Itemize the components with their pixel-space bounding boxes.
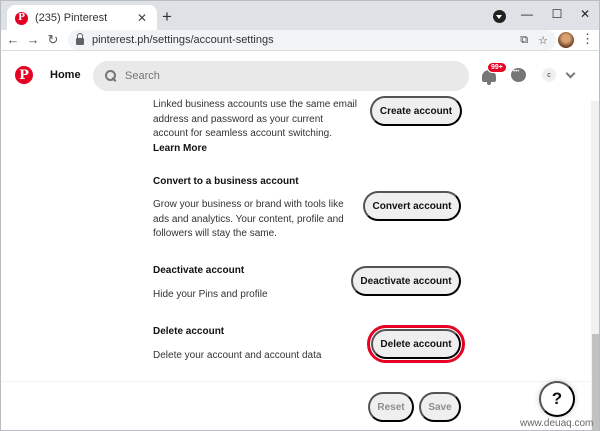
settings-footer	[1, 381, 591, 430]
user-avatar[interactable]: c	[542, 68, 556, 82]
lock-icon	[76, 33, 84, 45]
share-icon[interactable]: ⧉	[520, 34, 528, 47]
notification-badge: 99+	[487, 62, 507, 73]
messages-icon[interactable]	[511, 68, 526, 82]
pinterest-page: P Home 99+ c Linked business accounts us…	[0, 50, 600, 431]
scrollbar-thumb[interactable]	[592, 334, 599, 430]
minimize-button[interactable]: —	[517, 4, 537, 24]
help-button[interactable]: ?	[539, 381, 575, 417]
delete-description: Delete your account and account data	[153, 350, 322, 361]
bookmark-star-icon[interactable]: ☆	[538, 34, 548, 47]
learn-more-link[interactable]: Learn More	[153, 143, 207, 154]
maximize-button[interactable]: ☐	[547, 4, 567, 24]
pinterest-favicon-icon: P	[15, 11, 28, 25]
business-accounts-description: Linked business accounts use the same em…	[153, 98, 358, 156]
reload-button[interactable]: ↻	[45, 30, 61, 50]
url-text[interactable]: pinterest.ph/settings/account-settings	[92, 34, 510, 46]
home-link[interactable]: Home	[50, 69, 81, 81]
browser-tab[interactable]: P (235) Pinterest ✕	[7, 5, 157, 31]
delete-account-button[interactable]: Delete account	[371, 329, 461, 359]
delete-section-title: Delete account	[153, 326, 225, 337]
search-icon	[105, 70, 117, 82]
convert-account-button[interactable]: Convert account	[363, 191, 461, 221]
create-account-button[interactable]: Create account	[370, 96, 462, 126]
save-button[interactable]: Save	[419, 392, 461, 422]
convert-section-title: Convert to a business account	[153, 176, 299, 187]
deactivate-account-button[interactable]: Deactivate account	[351, 266, 461, 296]
search-bar[interactable]	[93, 61, 469, 91]
deactivate-description: Hide your Pins and profile	[153, 289, 268, 300]
search-input[interactable]	[125, 70, 425, 82]
convert-description: Grow your business or brand with tools l…	[153, 199, 344, 239]
browser-tab-strip: P (235) Pinterest ✕ + — ☐ ✕	[0, 0, 600, 31]
reset-button[interactable]: Reset	[368, 392, 414, 422]
chevron-down-icon[interactable]	[565, 68, 576, 79]
tab-title: (235) Pinterest	[35, 12, 108, 24]
back-button[interactable]: ←	[5, 30, 21, 50]
account-settings-content: Linked business accounts use the same em…	[1, 96, 591, 381]
browser-toolbar: ← → ↻ pinterest.ph/settings/account-sett…	[0, 30, 600, 50]
watermark-text: www.deuaq.com	[520, 418, 594, 429]
deactivate-section-title: Deactivate account	[153, 265, 245, 276]
forward-button[interactable]: →	[25, 30, 41, 50]
close-window-button[interactable]: ✕	[575, 4, 595, 24]
browser-profile-avatar[interactable]	[558, 32, 574, 48]
page-scrollbar[interactable]	[591, 101, 599, 430]
pinterest-header: P Home 99+ c	[1, 51, 599, 101]
business-description-text: Linked business accounts use the same em…	[153, 99, 358, 139]
address-bar[interactable]: pinterest.ph/settings/account-settings ⧉…	[68, 30, 556, 50]
browser-menu-icon[interactable]: ⋮	[581, 31, 594, 47]
tab-search-icon[interactable]	[493, 10, 506, 23]
tab-close-icon[interactable]: ✕	[135, 11, 149, 25]
pinterest-logo-icon[interactable]: P	[15, 66, 33, 84]
new-tab-button[interactable]: +	[162, 7, 172, 27]
